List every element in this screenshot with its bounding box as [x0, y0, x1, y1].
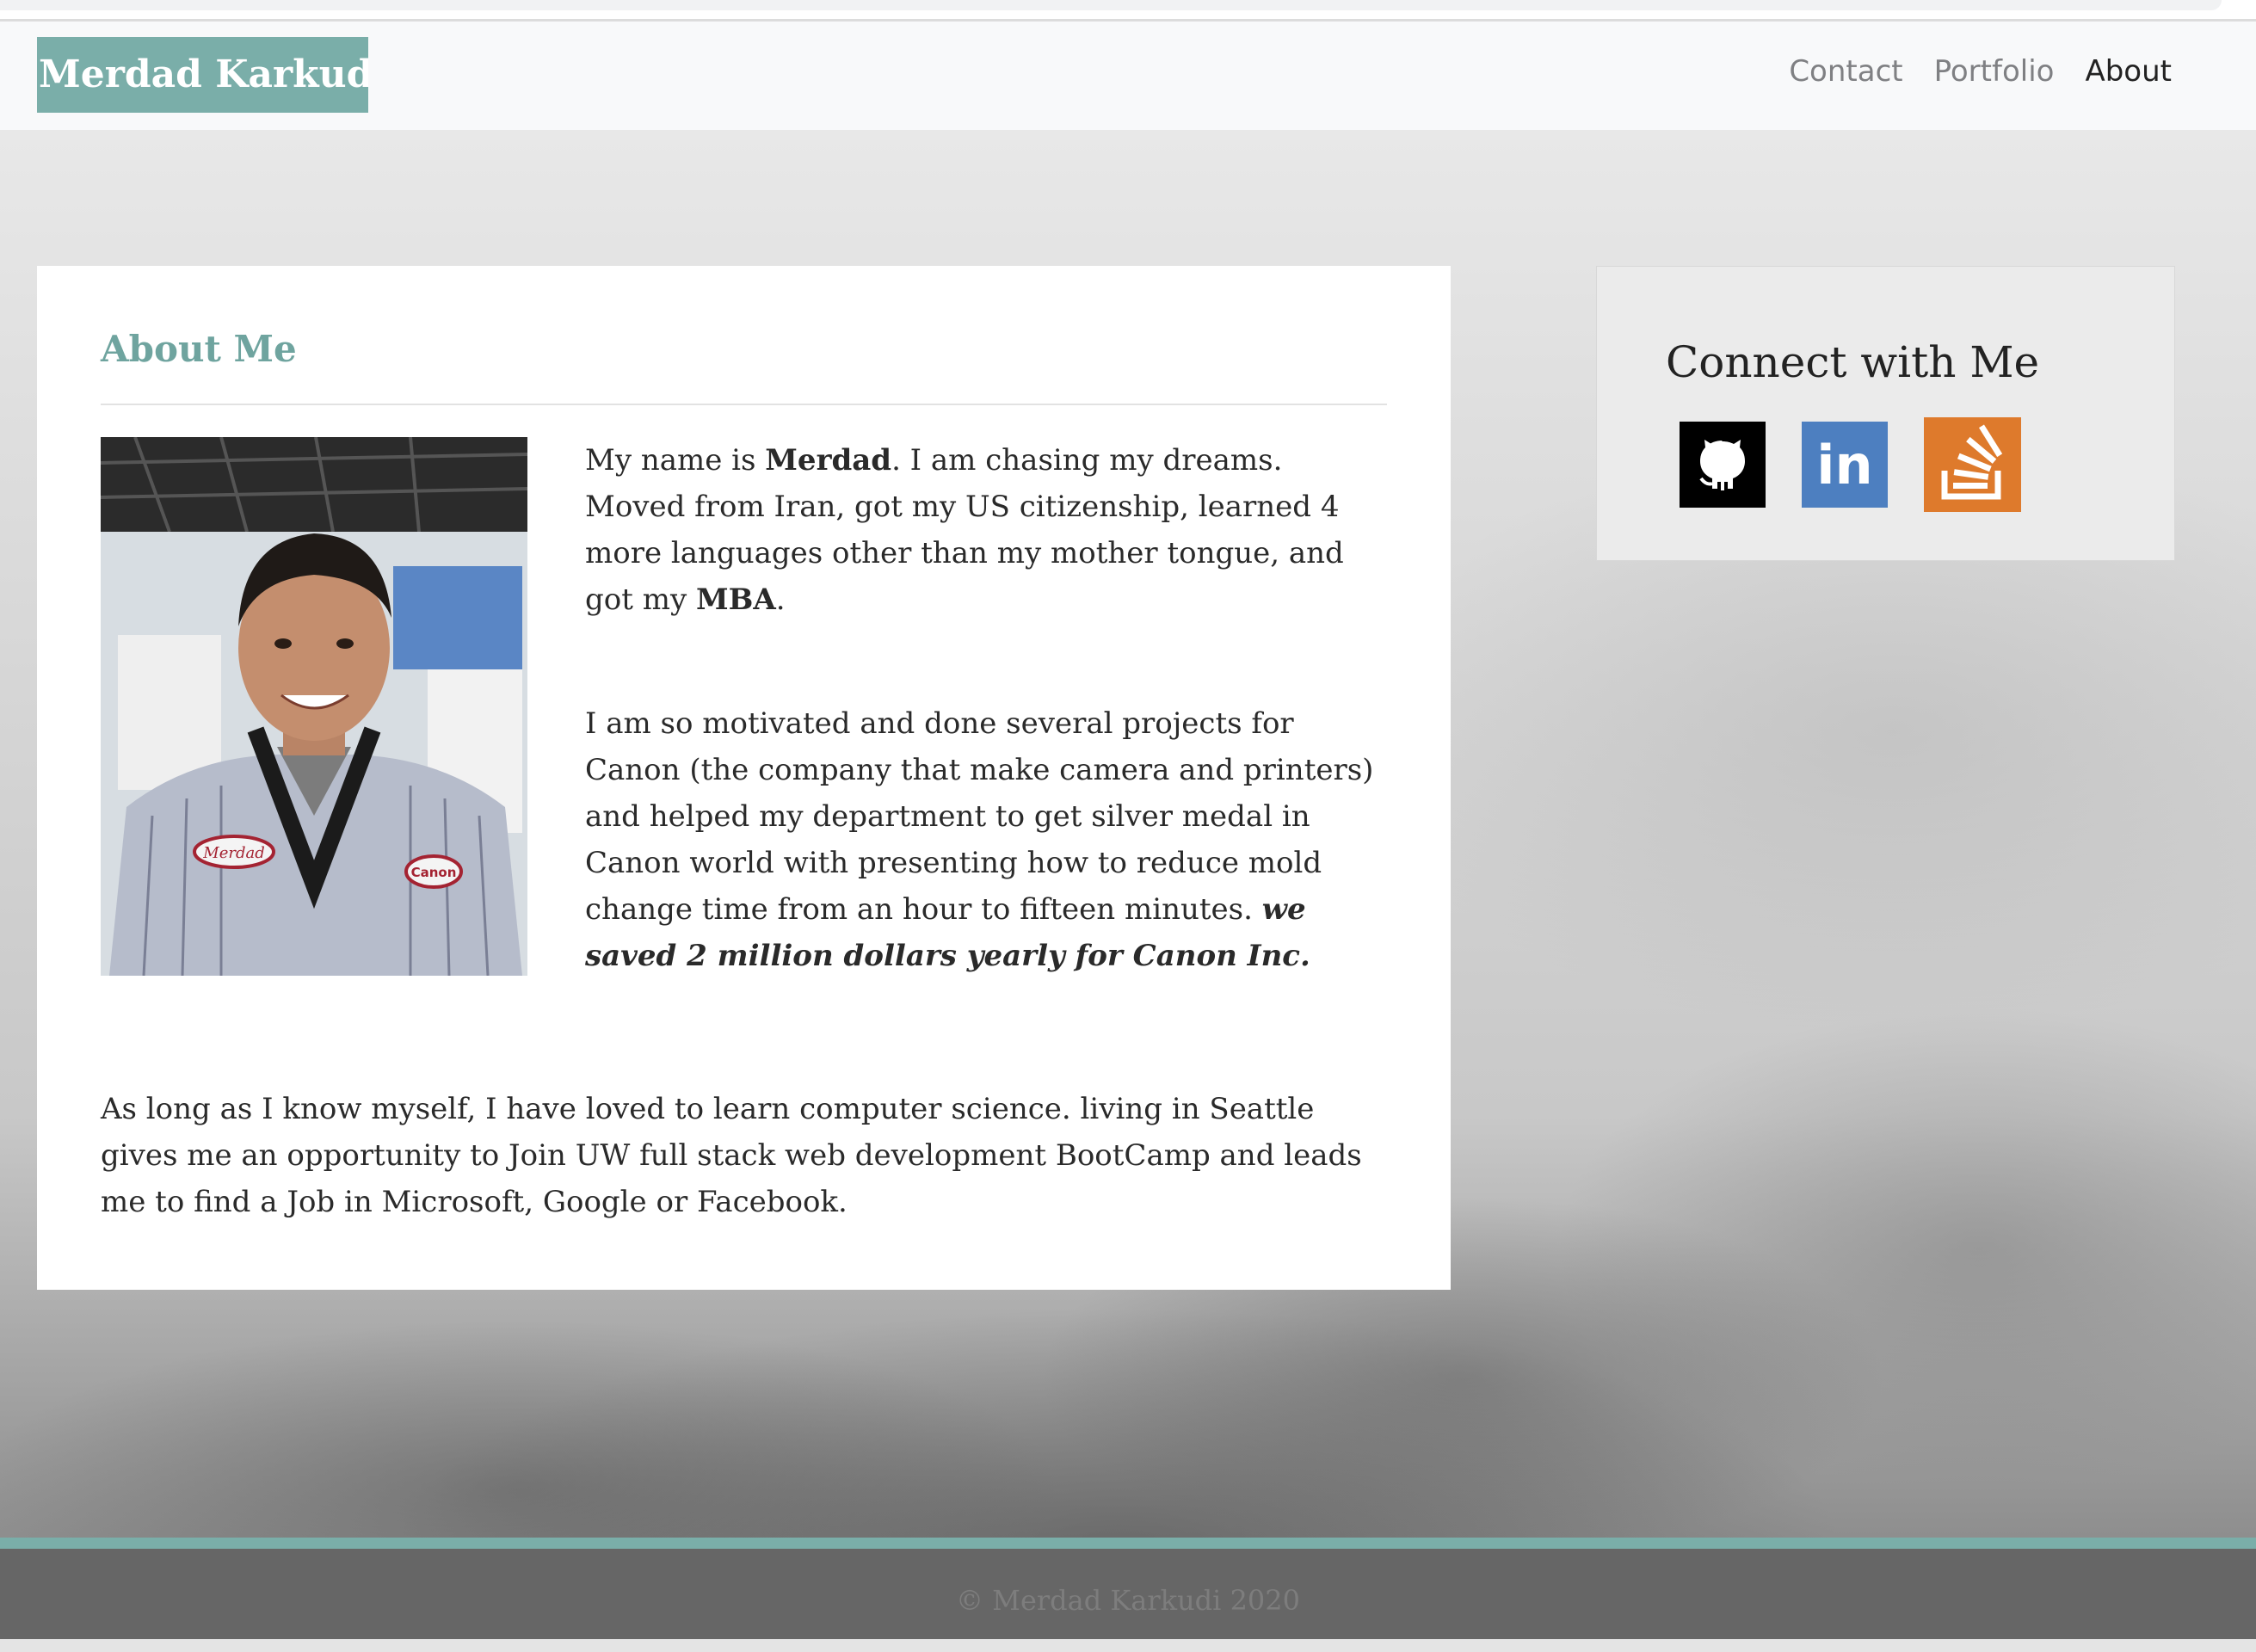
about-title: About Me [101, 328, 297, 370]
connect-panel: Connect with Me in [1596, 266, 2175, 561]
career-paragraph: As long as I know myself, I have loved t… [101, 1092, 1362, 1219]
browser-top-strip [0, 0, 2256, 22]
nav-about[interactable]: About [2085, 54, 2172, 89]
about-card: About Me Merdad Canon My name is Merdad.… [37, 266, 1451, 1290]
github-icon[interactable] [1680, 422, 1766, 508]
photo-name-badge: Merdad [202, 844, 264, 862]
linkedin-icon[interactable]: in [1802, 422, 1888, 508]
svg-text:in: in [1816, 434, 1872, 496]
stackoverflow-icon[interactable] [1924, 417, 2021, 512]
photo-logo-badge: Canon [411, 865, 457, 880]
footer-accent-line [0, 1538, 2256, 1549]
intro-paragraph: My name is Merdad. I am chasing my dream… [585, 443, 1344, 617]
social-icons: in [1680, 417, 2021, 512]
profile-photo: Merdad Canon [101, 437, 527, 976]
canon-paragraph: I am so motivated and done several proje… [585, 706, 1374, 973]
nav-portfolio[interactable]: Portfolio [1934, 54, 2055, 89]
footer: © Merdad Karkudi 2020 [0, 1549, 2256, 1639]
main-nav: Contact Portfolio About [1789, 54, 2172, 89]
brand-logo[interactable]: Merdad Karkudi [37, 37, 368, 113]
about-intro: My name is Merdad. I am chasing my dream… [585, 437, 1385, 1057]
title-divider [101, 404, 1387, 405]
navbar: Merdad Karkudi Contact Portfolio About [0, 22, 2256, 131]
connect-title: Connect with Me [1666, 337, 2040, 387]
nav-contact[interactable]: Contact [1789, 54, 1902, 89]
